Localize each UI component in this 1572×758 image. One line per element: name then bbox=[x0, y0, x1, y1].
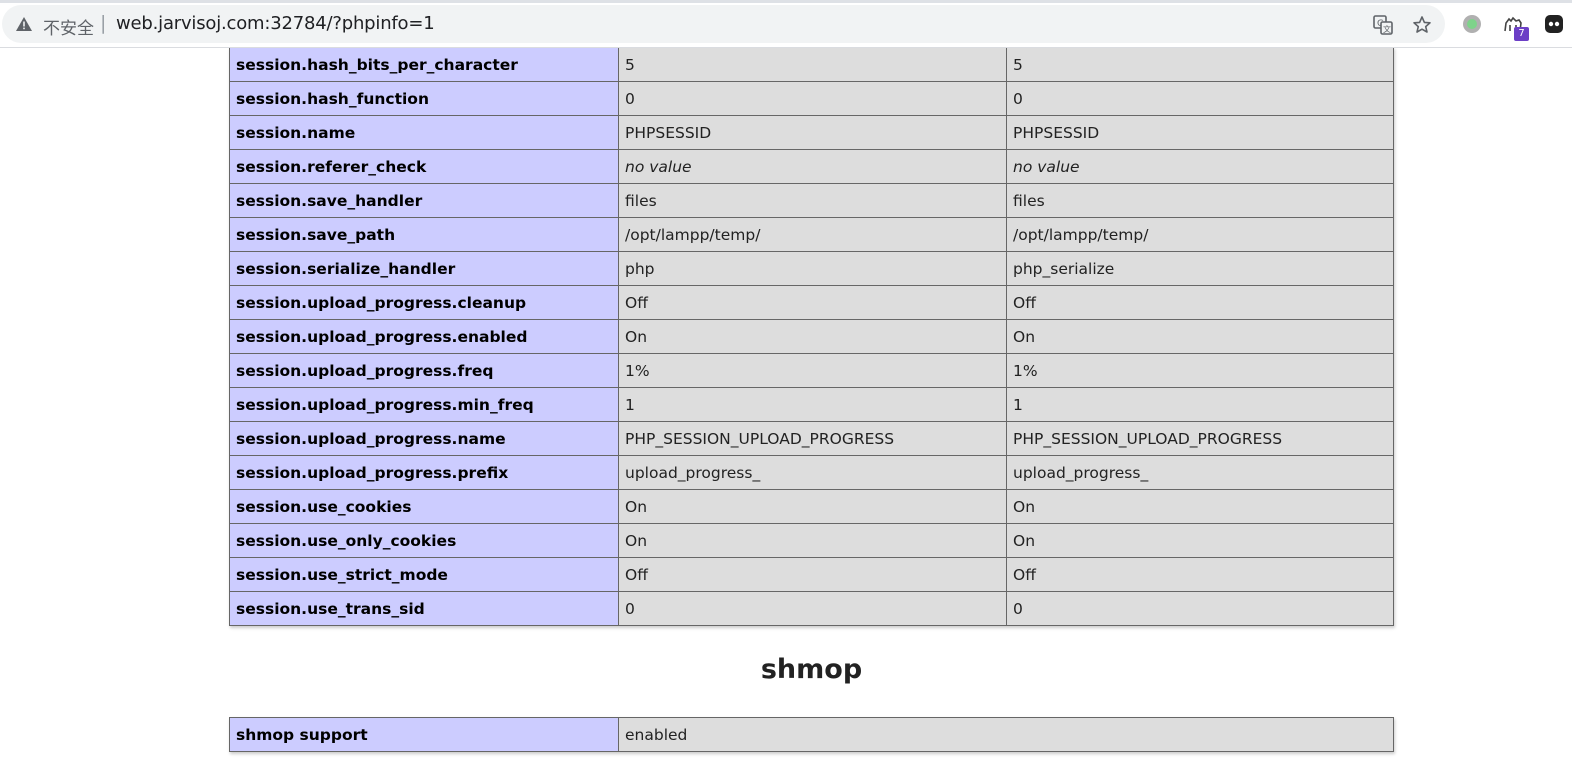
table-row: session.save_path/opt/lampp/temp//opt/la… bbox=[229, 217, 1394, 252]
shmop-table: shmop support enabled bbox=[229, 717, 1394, 752]
table-row: session.use_strict_mode Off Off bbox=[229, 557, 1394, 592]
master-value: no value bbox=[1006, 149, 1394, 184]
directive-name: session.use_only_cookies bbox=[229, 523, 619, 558]
session-directives-table: session.hash_bits_per_character 5 5 session… bbox=[229, 48, 1394, 626]
master-value: /opt/lampp/temp/ bbox=[1006, 217, 1394, 252]
directive-name: session.serialize_handler bbox=[229, 251, 619, 286]
url-text[interactable]: web.jarvisoj.com:32784/?phpinfo=1 bbox=[116, 13, 435, 34]
extension-badge: 7 bbox=[1514, 27, 1529, 41]
directive-name: shmop support bbox=[229, 717, 619, 752]
table-row: session.upload_progress.name PHP_SESSION_… bbox=[229, 421, 1394, 456]
directive-name: session.upload_progress.freq bbox=[229, 353, 619, 388]
local-value: 0 bbox=[618, 591, 1007, 626]
table-row: session.upload_progress.enabled On On bbox=[229, 319, 1394, 354]
directive-name: session.name bbox=[229, 115, 619, 150]
section-title-shmop: shmop bbox=[760, 654, 863, 685]
table-row: session.serialize_handler php php_serializ… bbox=[229, 251, 1394, 286]
star-icon[interactable] bbox=[1412, 15, 1432, 35]
warning-icon[interactable] bbox=[15, 15, 33, 33]
table-row: session.upload_progress.prefix upload_pro… bbox=[229, 455, 1394, 490]
master-value: 5 bbox=[1006, 48, 1394, 82]
directive-name: session.referer_check bbox=[229, 149, 619, 184]
master-value: 0 bbox=[1006, 591, 1394, 626]
directive-name: session.save_path bbox=[229, 217, 619, 252]
local-value: upload_progress_ bbox=[618, 455, 1007, 490]
directive-name: session.save_handler bbox=[229, 183, 619, 218]
security-status-label[interactable]: 不安全 bbox=[43, 14, 94, 39]
master-value: On bbox=[1006, 489, 1394, 524]
table-row: session.save_handler files files bbox=[229, 183, 1394, 218]
tabstrip-edge bbox=[0, 0, 1572, 3]
local-value: PHP_SESSION_UPLOAD_PROGRESS bbox=[618, 421, 1007, 456]
table-row: session.upload_progress.cleanup Off Off bbox=[229, 285, 1394, 320]
directive-name: session.use_trans_sid bbox=[229, 591, 619, 626]
table-row: session.hash_function 0 0 bbox=[229, 81, 1394, 116]
local-value: Off bbox=[618, 285, 1007, 320]
local-value: On bbox=[618, 523, 1007, 558]
browser-toolbar: 不安全 | web.jarvisoj.com:32784/?phpinfo=1 … bbox=[0, 0, 1572, 48]
local-value: 1% bbox=[618, 353, 1007, 388]
local-value: 0 bbox=[618, 81, 1007, 116]
directive-name: session.upload_progress.name bbox=[229, 421, 619, 456]
table-row: shmop support enabled bbox=[229, 717, 1394, 752]
master-value: PHPSESSID bbox=[1006, 115, 1394, 150]
table-row: session.referer_check no value no value bbox=[229, 149, 1394, 184]
directive-name: session.use_cookies bbox=[229, 489, 619, 524]
master-value: files bbox=[1006, 183, 1394, 218]
local-value: 5 bbox=[618, 48, 1007, 82]
master-value: php_serialize bbox=[1006, 251, 1394, 286]
local-value: php bbox=[618, 251, 1007, 286]
directive-name: session.use_strict_mode bbox=[229, 557, 619, 592]
session-table-body: session.hash_bits_per_character 5 5 session… bbox=[229, 48, 1394, 626]
master-value: 0 bbox=[1006, 81, 1394, 116]
table-row: session.upload_progress.freq 1% 1% bbox=[229, 353, 1394, 388]
local-value: 1 bbox=[618, 387, 1007, 422]
master-value: 1% bbox=[1006, 353, 1394, 388]
svg-text:文: 文 bbox=[1383, 24, 1391, 34]
local-value: no value bbox=[618, 149, 1007, 184]
directive-name: session.hash_function bbox=[229, 81, 619, 116]
extension-dots-icon[interactable] bbox=[1543, 13, 1565, 35]
table-row: session.hash_bits_per_character 5 5 bbox=[229, 48, 1394, 82]
master-value: Off bbox=[1006, 557, 1394, 592]
local-value: On bbox=[618, 489, 1007, 524]
table-row: session.use_cookies On On bbox=[229, 489, 1394, 524]
directive-name: session.upload_progress.prefix bbox=[229, 455, 619, 490]
master-value: On bbox=[1006, 319, 1394, 354]
master-value: PHP_SESSION_UPLOAD_PROGRESS bbox=[1006, 421, 1394, 456]
directive-value: enabled bbox=[618, 717, 1394, 752]
local-value: /opt/lampp/temp/ bbox=[618, 217, 1007, 252]
shmop-table-body: shmop support enabled bbox=[229, 717, 1394, 752]
directive-name: session.upload_progress.min_freq bbox=[229, 387, 619, 422]
table-row: session.use_only_cookies On On bbox=[229, 523, 1394, 558]
local-value: files bbox=[618, 183, 1007, 218]
page-content: session.hash_bits_per_character 5 5 session… bbox=[0, 48, 1572, 758]
directive-name: session.hash_bits_per_character bbox=[229, 48, 619, 82]
directive-name: session.upload_progress.enabled bbox=[229, 319, 619, 354]
local-value: PHPSESSID bbox=[618, 115, 1007, 150]
local-value: Off bbox=[618, 557, 1007, 592]
table-row: session.use_trans_sid 0 0 bbox=[229, 591, 1394, 626]
local-value: On bbox=[618, 319, 1007, 354]
translate-icon[interactable]: G 文 bbox=[1373, 15, 1393, 35]
master-value: upload_progress_ bbox=[1006, 455, 1394, 490]
address-bar[interactable]: 不安全 | web.jarvisoj.com:32784/?phpinfo=1 … bbox=[2, 5, 1445, 43]
table-row: session.upload_progress.min_freq 1 1 bbox=[229, 387, 1394, 422]
table-row: session.name PHPSESSID PHPSESSID bbox=[229, 115, 1394, 150]
master-value: On bbox=[1006, 523, 1394, 558]
directive-name: session.upload_progress.cleanup bbox=[229, 285, 619, 320]
master-value: Off bbox=[1006, 285, 1394, 320]
url-separator: | bbox=[100, 12, 107, 34]
master-value: 1 bbox=[1006, 387, 1394, 422]
extension-circle-icon[interactable] bbox=[1461, 13, 1483, 35]
